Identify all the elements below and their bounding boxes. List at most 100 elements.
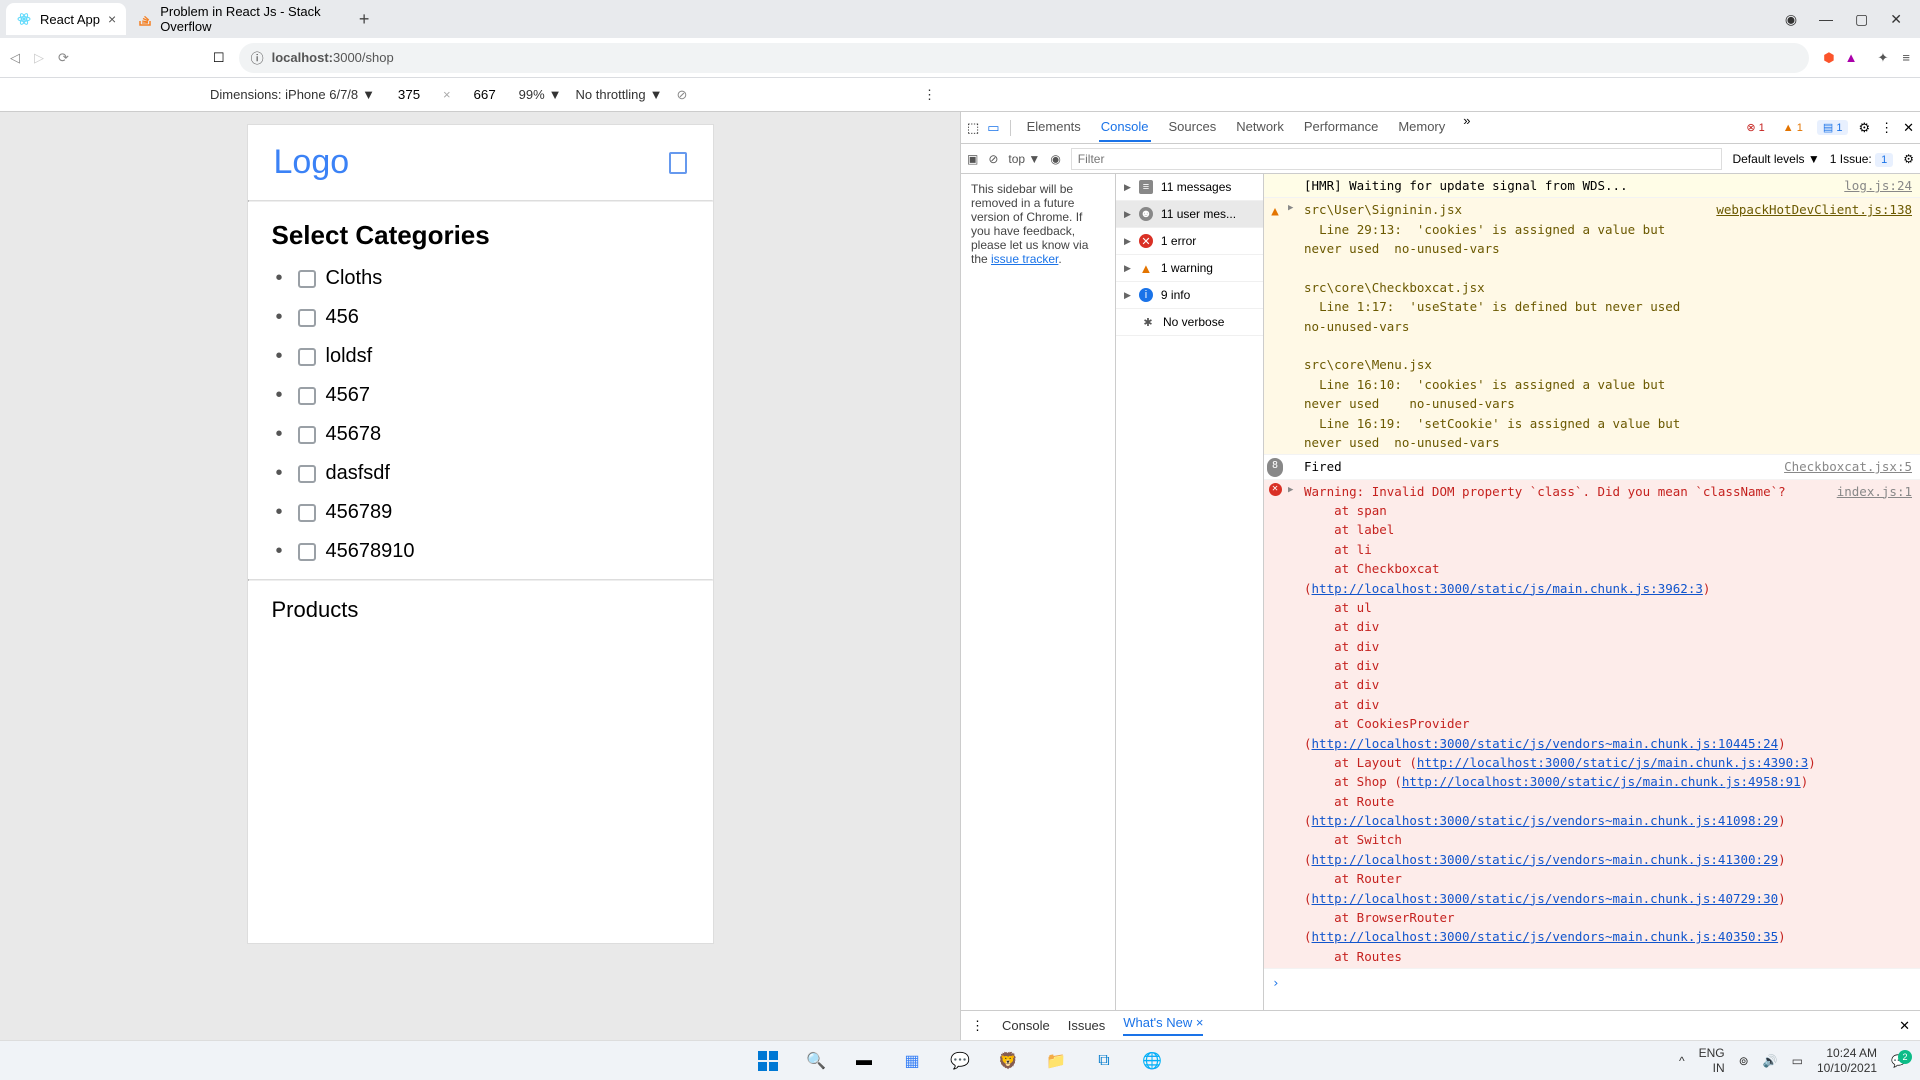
- checkbox[interactable]: [298, 426, 316, 444]
- minimize-icon[interactable]: —: [1819, 11, 1833, 27]
- checkbox[interactable]: [298, 465, 316, 483]
- drawer-close-icon[interactable]: ✕: [1899, 1018, 1910, 1034]
- close-icon[interactable]: ×: [1196, 1015, 1204, 1030]
- battery-icon[interactable]: ▭: [1792, 1054, 1803, 1068]
- maximize-icon[interactable]: ▢: [1855, 11, 1868, 28]
- devtools-menu-icon[interactable]: ⋮: [1880, 120, 1893, 136]
- source-link[interactable]: webpackHotDevClient.js:138: [1716, 200, 1912, 452]
- brave-icon[interactable]: ▲: [1845, 50, 1858, 66]
- tab-console[interactable]: Console: [1099, 113, 1151, 142]
- device-selector[interactable]: Dimensions: iPhone 6/7/8 ▼: [210, 87, 375, 102]
- device-toolbar: Dimensions: iPhone 6/7/8 ▼ × 99% ▼ No th…: [0, 78, 1920, 112]
- tab-elements[interactable]: Elements: [1025, 113, 1083, 142]
- tab-network[interactable]: Network: [1234, 113, 1286, 142]
- taskview-icon[interactable]: ▬: [852, 1049, 876, 1073]
- url-input[interactable]: ⓘ localhost:3000/shop: [239, 43, 1810, 73]
- context-selector[interactable]: top ▼: [1008, 152, 1040, 166]
- message-count-badge[interactable]: ▤ 1: [1817, 120, 1849, 135]
- wifi-icon[interactable]: ⊚: [1739, 1054, 1749, 1068]
- checkbox[interactable]: [298, 387, 316, 405]
- clear-console-icon[interactable]: ⊘: [988, 152, 998, 166]
- sidebar-toggle-icon[interactable]: ▣: [967, 152, 978, 166]
- summary-info[interactable]: ▶i9 info: [1116, 282, 1263, 309]
- filter-input[interactable]: [1071, 148, 1723, 170]
- category-item: •dasfsdf: [298, 454, 687, 493]
- settings-icon[interactable]: ⚙: [1858, 120, 1870, 136]
- chat-icon[interactable]: 💬: [948, 1049, 972, 1073]
- live-expression-icon[interactable]: ◉: [1050, 152, 1060, 166]
- source-link[interactable]: index.js:1: [1837, 482, 1912, 966]
- show-hidden-icon[interactable]: ^: [1679, 1054, 1685, 1068]
- drawer-tab-console[interactable]: Console: [1002, 1018, 1050, 1033]
- responsive-viewport: Logo Select Categories •Cloths •456 •lol…: [0, 112, 960, 1040]
- brave-shield-icon[interactable]: ⬢: [1823, 50, 1834, 66]
- extensions-icon[interactable]: ✦: [1878, 50, 1889, 66]
- devtools-close-icon[interactable]: ✕: [1903, 120, 1914, 136]
- zoom-selector[interactable]: 99% ▼: [519, 87, 562, 102]
- summary-user-messages[interactable]: ▶☻11 user mes...: [1116, 201, 1263, 228]
- site-info-icon[interactable]: ⓘ: [251, 48, 264, 67]
- device-more-icon[interactable]: ⋮: [923, 87, 936, 103]
- checkbox[interactable]: [298, 270, 316, 288]
- tab-sources[interactable]: Sources: [1167, 113, 1219, 142]
- summary-messages[interactable]: ▶≡11 messages: [1116, 174, 1263, 201]
- back-icon[interactable]: ◁: [10, 50, 20, 66]
- drawer-tab-issues[interactable]: Issues: [1068, 1018, 1106, 1033]
- search-icon[interactable]: 🔍: [804, 1049, 828, 1073]
- logo[interactable]: Logo: [274, 143, 350, 182]
- close-icon[interactable]: ×: [108, 11, 116, 27]
- error-count-badge[interactable]: ⊗ 1: [1742, 121, 1768, 134]
- console-settings-icon[interactable]: ⚙: [1903, 152, 1914, 166]
- drawer-menu-icon[interactable]: ⋮: [971, 1018, 984, 1034]
- browser-tab-so[interactable]: Problem in React Js - Stack Overflow: [128, 3, 348, 35]
- bookmark-icon[interactable]: ☐: [213, 50, 225, 66]
- warning-count-badge[interactable]: ▲ 1: [1779, 122, 1807, 134]
- volume-icon[interactable]: 🔊: [1763, 1054, 1778, 1068]
- checkbox[interactable]: [298, 309, 316, 327]
- vscode-icon[interactable]: ⧉: [1092, 1049, 1116, 1073]
- source-link[interactable]: log.js:24: [1844, 176, 1912, 195]
- hamburger-icon[interactable]: [669, 152, 687, 174]
- console-prompt[interactable]: ›: [1264, 969, 1920, 996]
- clock[interactable]: 10:24 AM10/10/2021: [1817, 1046, 1877, 1075]
- brave-rewards-icon[interactable]: ◉: [1785, 11, 1797, 28]
- source-link[interactable]: Checkboxcat.jsx:5: [1784, 457, 1912, 476]
- widgets-icon[interactable]: ▦: [900, 1049, 924, 1073]
- brave-app-icon[interactable]: 🦁: [996, 1049, 1020, 1073]
- tab-performance[interactable]: Performance: [1302, 113, 1380, 142]
- device-width-input[interactable]: [389, 87, 429, 102]
- summary-errors[interactable]: ▶✕1 error: [1116, 228, 1263, 255]
- close-window-icon[interactable]: ✕: [1890, 11, 1902, 28]
- reload-icon[interactable]: ⟳: [58, 50, 69, 66]
- throttling-selector[interactable]: No throttling ▼: [576, 87, 663, 102]
- menu-icon[interactable]: ≡: [1902, 50, 1910, 66]
- explorer-icon[interactable]: 📁: [1044, 1049, 1068, 1073]
- start-icon[interactable]: [756, 1049, 780, 1073]
- inspect-element-icon[interactable]: ⬚: [967, 120, 979, 136]
- notifications-icon[interactable]: 💬: [1891, 1054, 1906, 1068]
- console-log-row: [HMR] Waiting for update signal from WDS…: [1264, 174, 1920, 198]
- forward-icon: ▷: [34, 50, 44, 66]
- checkbox[interactable]: [298, 348, 316, 366]
- new-tab-button[interactable]: +: [350, 9, 378, 30]
- device-toggle-icon[interactable]: ▭: [987, 120, 999, 136]
- console-output[interactable]: [HMR] Waiting for update signal from WDS…: [1264, 174, 1920, 1010]
- windows-taskbar: 🔍 ▬ ▦ 💬 🦁 📁 ⧉ 🌐 ^ ENGIN ⊚ 🔊 ▭ 10:24 AM10…: [0, 1040, 1920, 1080]
- edge-icon[interactable]: 🌐: [1140, 1049, 1164, 1073]
- rotate-icon[interactable]: ⊘: [677, 87, 688, 103]
- tab-memory[interactable]: Memory: [1396, 113, 1447, 142]
- checkbox[interactable]: [298, 543, 316, 561]
- summary-verbose[interactable]: ✱No verbose: [1116, 309, 1263, 336]
- summary-warnings[interactable]: ▶▲1 warning: [1116, 255, 1263, 282]
- language-indicator[interactable]: ENGIN: [1699, 1046, 1725, 1075]
- category-item: •456: [298, 298, 687, 337]
- drawer-tab-whatsnew[interactable]: What's New ×: [1123, 1015, 1203, 1036]
- browser-tab-react[interactable]: React App ×: [6, 3, 126, 35]
- checkbox[interactable]: [298, 504, 316, 522]
- more-tabs-icon[interactable]: »: [1463, 113, 1470, 142]
- levels-selector[interactable]: Default levels ▼: [1732, 152, 1819, 166]
- issues-button[interactable]: 1 Issue: 1: [1830, 152, 1894, 166]
- category-item: •45678: [298, 415, 687, 454]
- device-height-input[interactable]: [465, 87, 505, 102]
- issue-tracker-link[interactable]: issue tracker: [991, 252, 1058, 266]
